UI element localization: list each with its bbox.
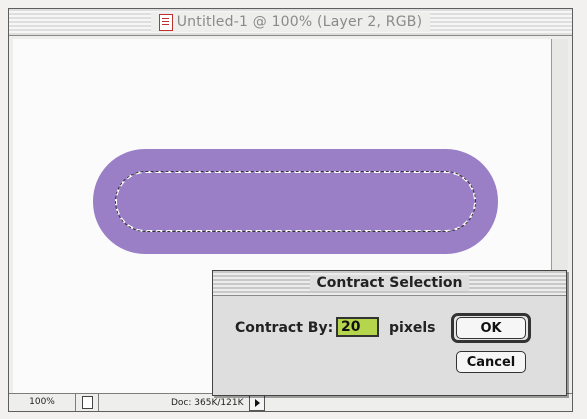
window-title-bar[interactable]: Untitled-1 @ 100% (Layer 2, RGB) xyxy=(9,9,572,36)
doc-size-info: Doc: 365K/121K xyxy=(171,397,244,408)
zoom-level[interactable]: 100% xyxy=(9,394,76,411)
contract-selection-dialog: Contract Selection Contract By: pixels O… xyxy=(212,270,567,396)
doc-status-icon[interactable] xyxy=(76,394,99,411)
cancel-button[interactable]: Cancel xyxy=(456,351,526,373)
rounded-rectangle-shape[interactable] xyxy=(93,149,498,254)
status-menu-arrow-icon[interactable] xyxy=(249,394,265,411)
dialog-title: Contract Selection xyxy=(310,275,469,291)
ok-button[interactable]: OK xyxy=(456,317,526,339)
dialog-title-bar[interactable]: Contract Selection xyxy=(213,271,566,296)
selection-marquee xyxy=(115,171,476,232)
contract-amount-field[interactable] xyxy=(336,317,379,337)
document-icon xyxy=(158,13,173,31)
contract-by-label: Contract By: xyxy=(235,320,334,336)
window-title: Untitled-1 @ 100% (Layer 2, RGB) xyxy=(176,14,423,30)
unit-label: pixels xyxy=(389,320,436,336)
title-wrap: Untitled-1 @ 100% (Layer 2, RGB) xyxy=(150,12,431,32)
